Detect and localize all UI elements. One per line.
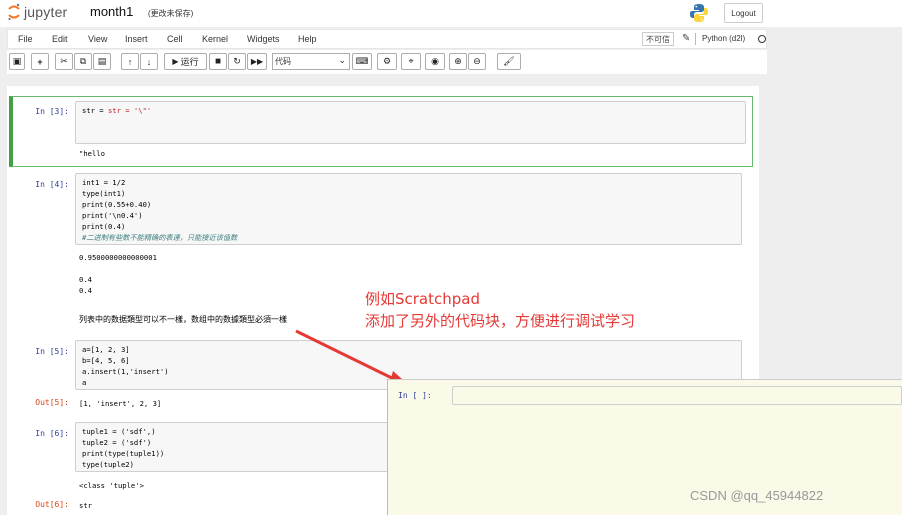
zoom-in-icon: ⊕ (454, 56, 462, 66)
code-line: int1 = 1/2 (82, 178, 126, 187)
kernel-name[interactable]: Python (d2l) (702, 34, 745, 43)
scratchpad-panel: In [ ]: (387, 379, 902, 515)
jupyter-logo[interactable]: jupyter (7, 2, 67, 22)
output-text: <class 'tuple'> (79, 481, 144, 490)
paste-button[interactable]: ▤ (93, 53, 111, 70)
code-input[interactable]: int1 = 1/2 type(int1) print(0.55+0.40) prin… (75, 173, 742, 245)
output-text: "hello (79, 149, 105, 158)
cell-type-value: 代码 (275, 57, 291, 66)
move-up-button[interactable]: ↑ (121, 53, 139, 70)
markdown-text: 列表中的数据類型可以不一樣，数组中的数據類型必須一樣 (79, 315, 287, 324)
notebook-name[interactable]: month1 (90, 4, 133, 19)
crosshairs-icon: ⌖ (408, 56, 414, 66)
output-line: 0.4 (79, 275, 92, 284)
menu-bar: File Edit View Insert Cell Kernel Widget… (7, 29, 767, 49)
jupyter-logo-icon (8, 3, 20, 20)
fast-forward-icon: ▶▶ (250, 57, 264, 66)
code-text: str = '\"' (107, 106, 152, 115)
result-text: str (79, 501, 92, 510)
save-icon: ▣ (12, 56, 22, 66)
save-button[interactable]: ▣ (9, 53, 25, 70)
restart-button[interactable]: ↻ (228, 53, 246, 70)
restart-icon: ↻ (233, 56, 241, 66)
output-text: 0.9500000000000001 0.4 0.4 (79, 252, 157, 296)
menu-divider (695, 33, 696, 45)
menu-widgets[interactable]: Widgets (247, 34, 280, 44)
run-label: 运行 (180, 57, 199, 67)
play-icon: ▶ (172, 57, 179, 66)
restart-run-all-button[interactable]: ▶▶ (247, 53, 267, 70)
kernel-status-indicator (758, 35, 766, 43)
zoom-in-button[interactable]: ⊕ (449, 53, 467, 70)
menu-view[interactable]: View (88, 34, 107, 44)
gears-icon: ⚙ (382, 56, 392, 66)
code-input[interactable]: str = str = '\"' (75, 101, 746, 144)
output-text: [1, 'insert', 2, 3] (79, 399, 162, 408)
code-cell[interactable]: In [4]: int1 = 1/2 type(int1) print(0.55+0… (9, 170, 753, 300)
plus-icon: + (37, 56, 43, 67)
menu-edit[interactable]: Edit (52, 34, 68, 44)
scissors-icon: ✂ (60, 56, 68, 66)
header-bar: jupyter month1 (更改未保存) Logout (0, 0, 902, 27)
copy-icon: ⧉ (79, 56, 87, 66)
crosshair-button[interactable]: ⌖ (401, 53, 421, 70)
cell-type-select[interactable]: 代码 ⌄ (272, 53, 350, 70)
keyboard-icon: ⌨ (355, 56, 369, 66)
code-line: str = str = '\"' (82, 106, 152, 115)
python-logo-icon (690, 4, 708, 22)
code-line: print('\n0.4') (82, 211, 143, 220)
output-line: 0.4 (79, 286, 92, 295)
copy-button[interactable]: ⧉ (74, 53, 92, 70)
menu-kernel[interactable]: Kernel (202, 34, 228, 44)
logo-text: jupyter (24, 4, 68, 20)
zoom-out-icon: ⊖ (473, 56, 481, 66)
stop-icon: ■ (214, 56, 222, 67)
code-line: print(0.4) (82, 222, 126, 231)
toggle-visibility-button[interactable]: ◉ (425, 53, 445, 70)
cut-button[interactable]: ✂ (55, 53, 73, 70)
code-comment: #二进制有些数不能精确的表達，只能接近该值数 (82, 233, 238, 242)
settings-button[interactable]: ⚙ (377, 53, 397, 70)
input-prompt: In [5]: (35, 347, 69, 356)
arrow-down-icon: ↓ (146, 56, 152, 67)
interrupt-button[interactable]: ■ (209, 53, 227, 70)
insert-cell-button[interactable]: + (31, 53, 49, 70)
format-button[interactable]: 🖌 (497, 53, 521, 70)
eye-icon: ◉ (431, 56, 439, 66)
toolbar: ▣ + ✂ ⧉ ▤ ↑ ↓ ▶ 运行 ■ ↻ ▶▶ 代码 ⌄ ⌨ ⚙ ⌖ ◉ ⊕… (7, 50, 767, 74)
paste-icon: ▤ (97, 56, 107, 66)
chevron-down-icon: ⌄ (338, 55, 346, 65)
output-line: 0.9500000000000001 (79, 253, 157, 262)
menu-cell[interactable]: Cell (167, 34, 183, 44)
command-palette-button[interactable]: ⌨ (352, 53, 372, 70)
input-prompt: In [4]: (35, 180, 69, 189)
code-line: type(int1) (82, 189, 126, 198)
menu-help[interactable]: Help (298, 34, 317, 44)
arrow-up-icon: ↑ (127, 56, 133, 67)
input-prompt: In [3]: (35, 107, 69, 116)
input-prompt: In [6]: (35, 429, 69, 438)
zoom-out-button[interactable]: ⊖ (468, 53, 486, 70)
scratchpad-prompt: In [ ]: (398, 391, 432, 400)
scratchpad-code-input[interactable] (452, 386, 902, 405)
save-status: (更改未保存) (148, 9, 194, 18)
trust-indicator[interactable]: 不可信 (642, 32, 674, 46)
code-line: print(0.55+0.40) (82, 200, 152, 209)
run-button[interactable]: ▶ 运行 (164, 53, 207, 70)
menu-file[interactable]: File (18, 34, 33, 44)
watermark: CSDN @qq_45944822 (690, 488, 824, 503)
logout-button[interactable]: Logout (724, 3, 763, 23)
code-cell-selected[interactable]: In [3]: str = str = '\"' "hello (9, 96, 753, 167)
edit-mode-pencil-icon: ✎ (682, 33, 691, 44)
menu-insert[interactable]: Insert (125, 34, 148, 44)
move-down-button[interactable]: ↓ (140, 53, 158, 70)
output-prompt: Out[6]: (35, 500, 69, 509)
output-prompt: Out[5]: (35, 398, 69, 407)
annotation-line-1: 例如Scratchpad (365, 290, 480, 308)
paintbrush-icon: 🖌 (503, 56, 515, 66)
